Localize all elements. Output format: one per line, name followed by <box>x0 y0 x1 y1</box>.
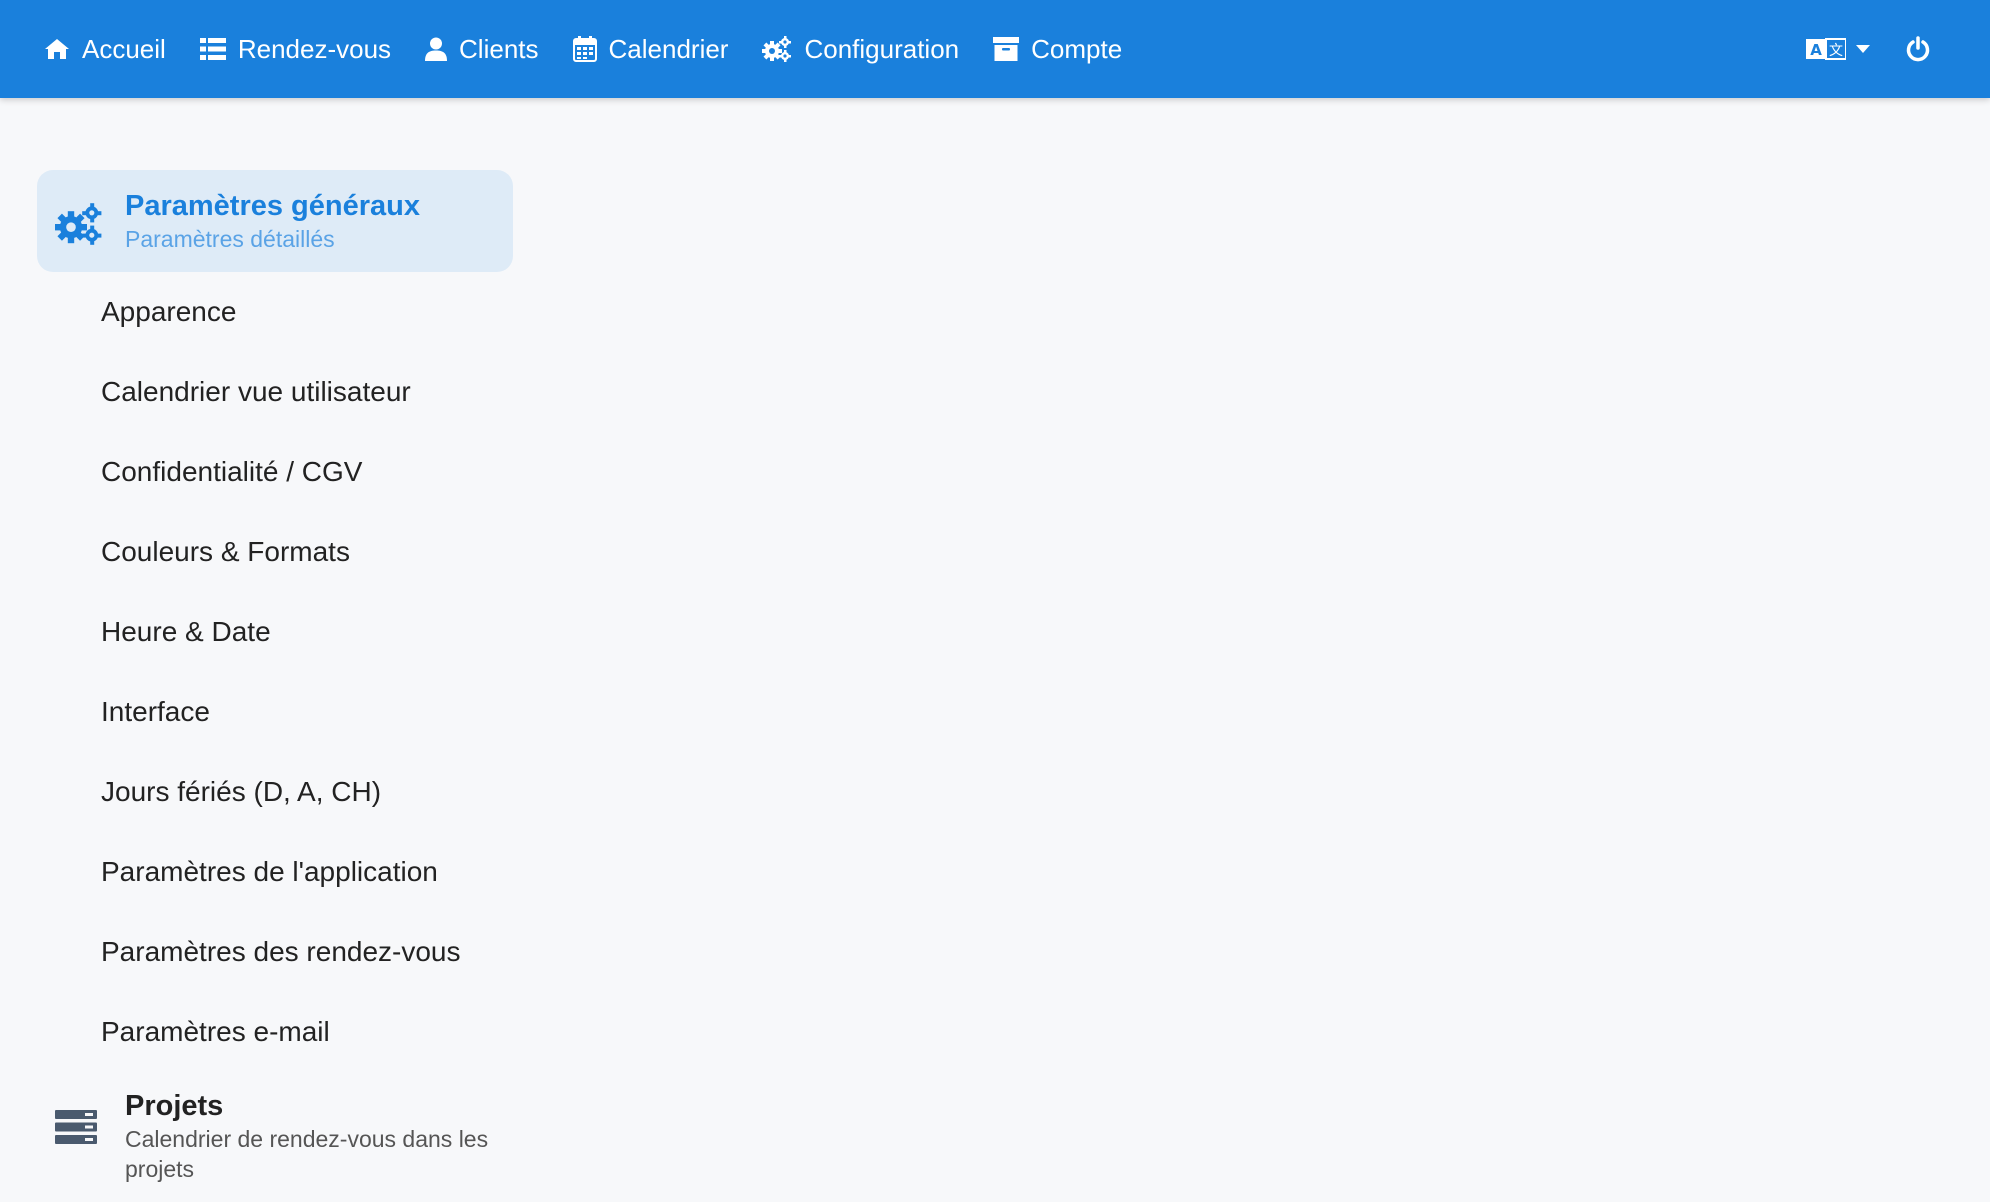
main-nav: Accueil Rendez-vous Clients Calendrier C… <box>44 0 1156 98</box>
language-icon: A 文 <box>1806 38 1846 60</box>
nav-label: Clients <box>459 33 539 64</box>
topbar-right: A 文 <box>1806 0 1990 98</box>
menu-item-calendrier-vue-utilisateur[interactable]: Calendrier vue utilisateur <box>37 352 513 432</box>
top-navbar: Accueil Rendez-vous Clients Calendrier C… <box>0 0 1990 98</box>
nav-item-clients[interactable]: Clients <box>425 33 539 65</box>
menu-item-parametres-email[interactable]: Paramètres e-mail <box>37 992 513 1072</box>
section-projects[interactable]: Projets Calendrier de rendez-vous dans l… <box>37 1076 513 1202</box>
section-icon <box>55 202 105 251</box>
menu-item-jours-feries[interactable]: Jours fériés (D, A, CH) <box>37 752 513 832</box>
language-dropdown[interactable]: A 文 <box>1806 38 1870 60</box>
user-icon <box>425 37 448 61</box>
section-title: Projets <box>125 1090 224 1122</box>
archive-icon <box>993 37 1020 61</box>
menu-item-couleurs-formats[interactable]: Couleurs & Formats <box>37 512 513 592</box>
server-icon <box>55 1110 97 1144</box>
section-texts: Paramètres généraux Paramètres détaillés <box>125 188 420 254</box>
logout-button[interactable] <box>1906 36 1930 62</box>
section-subtitle: Calendrier de rendez-vous dans les proje… <box>125 1126 489 1182</box>
section-texts: Projets Calendrier de rendez-vous dans l… <box>125 1088 497 1184</box>
cogs-icon <box>55 203 102 245</box>
menu-item-apparence[interactable]: Apparence <box>37 272 513 352</box>
section-icon <box>55 1110 105 1149</box>
menu-item-confidentialite-cgv[interactable]: Confidentialité / CGV <box>37 432 513 512</box>
menu-item-interface[interactable]: Interface <box>37 672 513 752</box>
svg-text:A: A <box>1810 41 1822 59</box>
home-icon <box>45 39 69 59</box>
menu-item-heure-date[interactable]: Heure & Date <box>37 592 513 672</box>
settings-sidebar: Paramètres généraux Paramètres détaillés… <box>37 170 513 1202</box>
section-general-settings[interactable]: Paramètres généraux Paramètres détaillés <box>37 170 513 272</box>
nav-label: Accueil <box>82 33 166 64</box>
list-icon <box>199 38 226 60</box>
menu-item-parametres-application[interactable]: Paramètres de l'application <box>37 832 513 912</box>
calendar-icon <box>572 36 597 62</box>
svg-text:文: 文 <box>1829 43 1843 59</box>
section-subtitle: Paramètres détaillés <box>125 226 335 252</box>
general-settings-menu: Apparence Calendrier vue utilisateur Con… <box>37 272 513 1072</box>
section-title: Paramètres généraux <box>125 190 420 222</box>
power-icon <box>1906 36 1930 62</box>
nav-label: Configuration <box>804 33 960 64</box>
nav-item-compte[interactable]: Compte <box>993 34 1122 65</box>
nav-label: Compte <box>1031 33 1123 64</box>
nav-label: Calendrier <box>608 33 729 64</box>
nav-item-configuration[interactable]: Configuration <box>762 34 959 65</box>
nav-item-rendez-vous[interactable]: Rendez-vous <box>199 33 392 65</box>
nav-item-calendrier[interactable]: Calendrier <box>572 33 729 65</box>
menu-item-parametres-rendez-vous[interactable]: Paramètres des rendez-vous <box>37 912 513 992</box>
nav-label: Rendez-vous <box>237 33 392 64</box>
chevron-down-icon <box>1856 45 1870 53</box>
cogs-icon <box>762 36 792 62</box>
nav-item-accueil[interactable]: Accueil <box>44 34 166 65</box>
